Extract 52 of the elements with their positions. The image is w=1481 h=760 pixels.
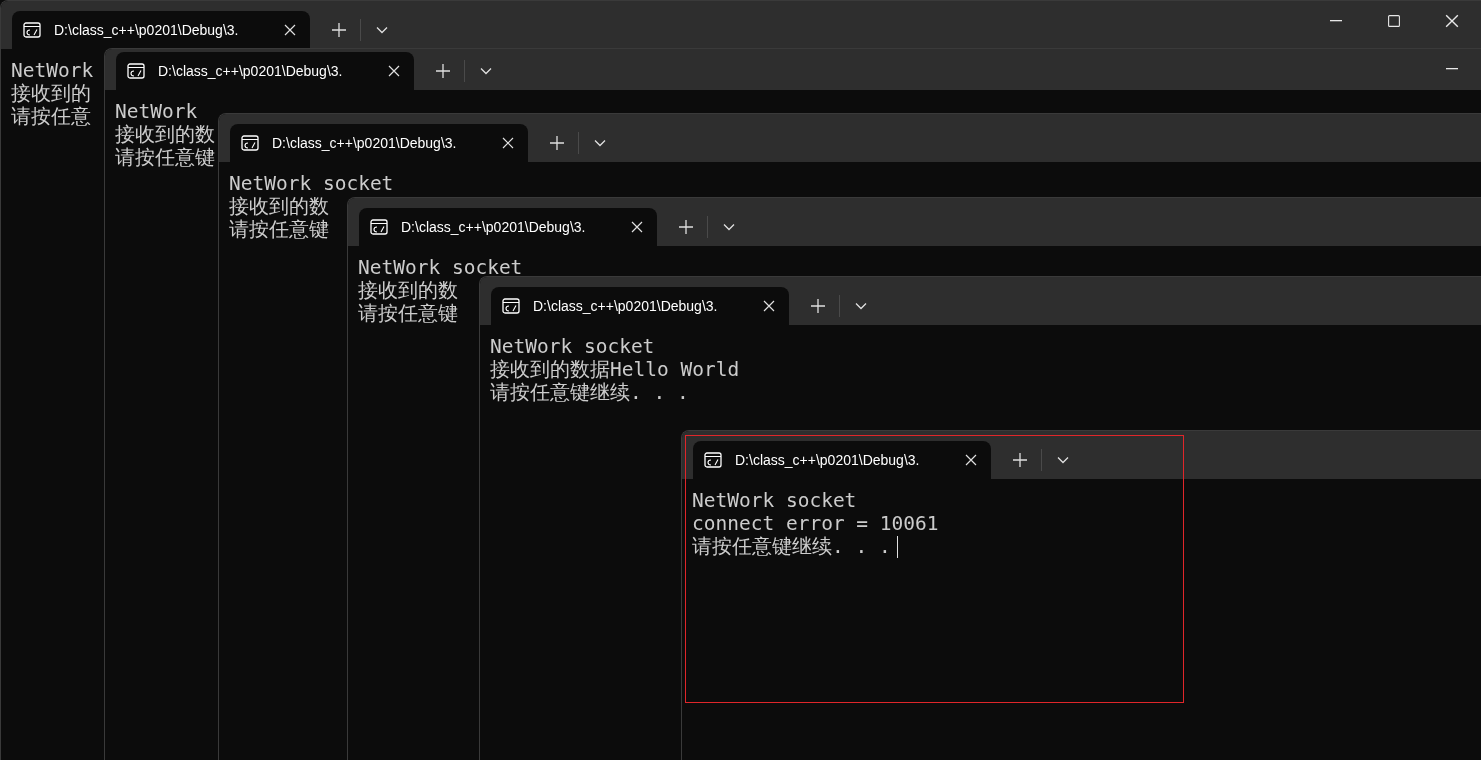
console-icon (502, 298, 520, 314)
close-icon (965, 454, 977, 466)
console-icon (370, 219, 388, 235)
console-icon (23, 22, 41, 38)
output-line: 接收到的数 (358, 279, 458, 302)
output-line: 请按任意键 (115, 146, 215, 169)
chevron-down-icon (594, 139, 606, 147)
output-line: NetWork (11, 59, 94, 82)
plus-icon (332, 23, 346, 37)
close-icon (1445, 14, 1459, 28)
chevron-down-icon (376, 26, 388, 34)
terminal-tab[interactable]: D:\class_c++\p0201\Debug\3. (230, 124, 528, 162)
output-line: 请按任意键 (229, 218, 329, 241)
terminal-tab[interactable]: D:\class_c++\p0201\Debug\3. (12, 11, 310, 49)
output-line: NetWork socket (692, 489, 857, 512)
console-icon (704, 452, 722, 468)
close-icon (284, 24, 296, 36)
close-icon (631, 221, 643, 233)
output-line: NetWork socket (358, 256, 523, 279)
terminal-tab[interactable]: D:\class_c++\p0201\Debug\3. (116, 52, 414, 90)
chevron-down-icon (480, 67, 492, 75)
output-line: 请按任意键继续. . . (490, 381, 689, 404)
minimize-icon (1446, 68, 1458, 70)
output-line: 接收到的 (11, 82, 91, 105)
close-icon (502, 137, 514, 149)
plus-icon (550, 136, 564, 150)
minimize-icon (1330, 20, 1342, 22)
close-icon (763, 300, 775, 312)
plus-icon (436, 64, 450, 78)
chevron-down-icon (1057, 456, 1069, 464)
chevron-down-icon (855, 302, 867, 310)
plus-icon (1013, 453, 1027, 467)
console-icon (127, 63, 145, 79)
terminal-tab[interactable]: D:\class_c++\p0201\Debug\3. (491, 287, 789, 325)
output-line: 接收到的数据Hello World (490, 358, 740, 381)
maximize-icon (1388, 15, 1400, 27)
output-line: connect error = 10061 (692, 512, 939, 535)
output-line: NetWork socket (229, 172, 394, 195)
console-icon (241, 135, 259, 151)
output-line: 请按任意键 (358, 302, 458, 325)
plus-icon (811, 299, 825, 313)
plus-icon (679, 220, 693, 234)
terminal-tab[interactable]: D:\class_c++\p0201\Debug\3. (359, 208, 657, 246)
output-line: NetWork (115, 100, 198, 123)
output-line: 请按任意 (11, 105, 91, 128)
output-line: 接收到的数 (115, 123, 215, 146)
output-line: 请按任意键继续. . . (692, 535, 891, 558)
close-icon (388, 65, 400, 77)
chevron-down-icon (723, 223, 735, 231)
terminal-tab[interactable]: D:\class_c++\p0201\Debug\3. (693, 441, 991, 479)
output-line: NetWork socket (490, 335, 655, 358)
output-line: 接收到的数 (229, 195, 329, 218)
